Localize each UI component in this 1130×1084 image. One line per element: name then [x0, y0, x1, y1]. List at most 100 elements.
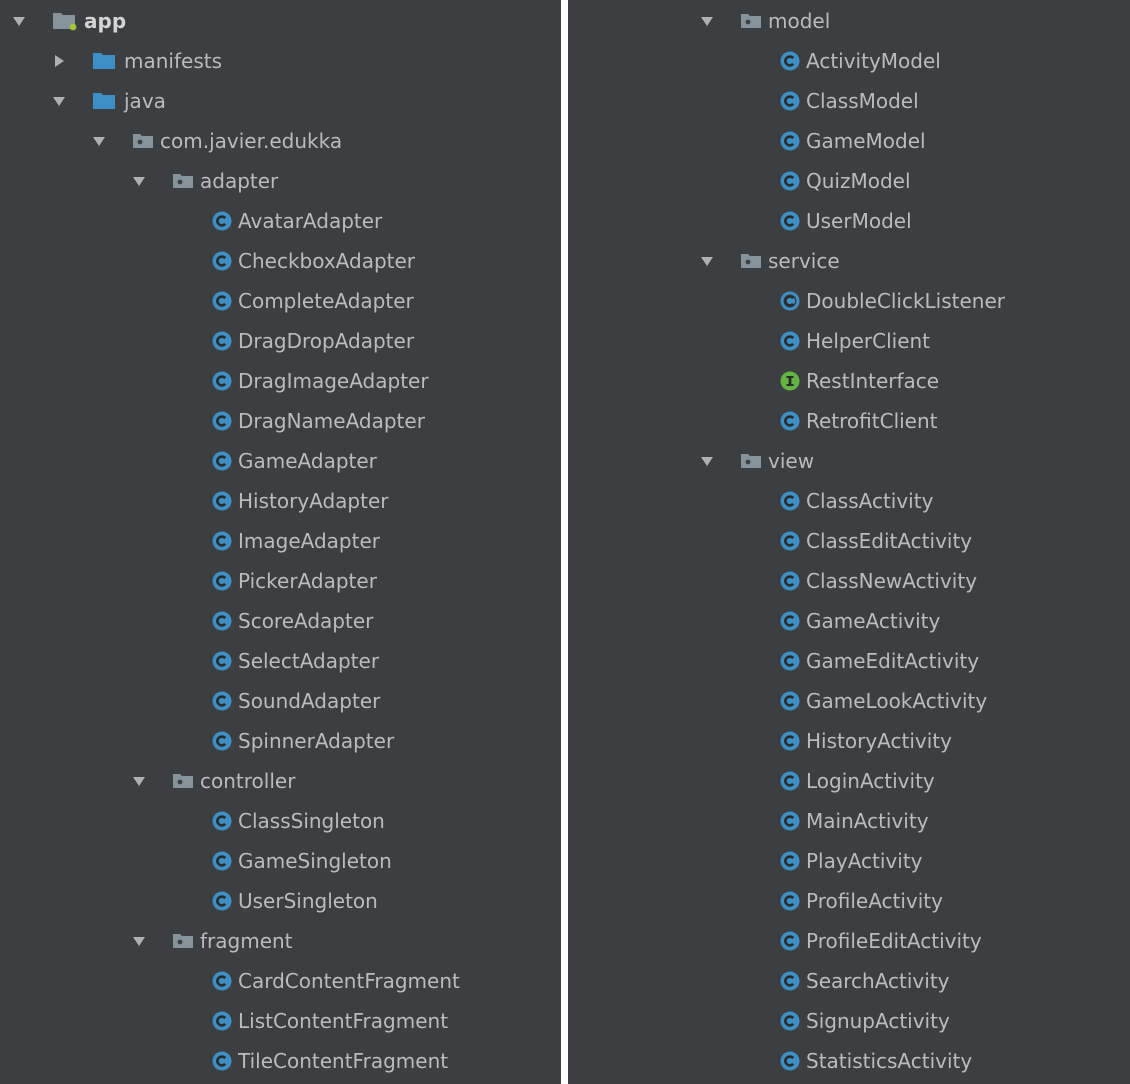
tree-node-searchactivity[interactable]: SearchActivity — [568, 961, 1130, 1001]
tree-node-label: java — [124, 89, 166, 113]
tree-node-label: TileContentFragment — [238, 1049, 449, 1073]
tree-node-label: HelperClient — [806, 329, 931, 353]
tree-node-completeadapter[interactable]: CompleteAdapter — [0, 281, 561, 321]
tree-node-playactivity[interactable]: PlayActivity — [568, 841, 1130, 881]
tree-node-label: ClassModel — [806, 89, 919, 113]
tree-node-adapter[interactable]: adapter — [0, 161, 561, 201]
tree-node-statisticsactivity[interactable]: StatisticsActivity — [568, 1041, 1130, 1081]
tree-node-label: StatisticsActivity — [806, 1049, 973, 1073]
tree-node-gameadapter[interactable]: GameAdapter — [0, 441, 561, 481]
tree-node-usermodel[interactable]: UserModel — [568, 201, 1130, 241]
tree-node-classeditactivity[interactable]: ClassEditActivity — [568, 521, 1130, 561]
tree-node-loginactivity[interactable]: LoginActivity — [568, 761, 1130, 801]
tree-node-service[interactable]: service — [568, 241, 1130, 281]
tree-node-classactivity[interactable]: ClassActivity — [568, 481, 1130, 521]
tree-node-dragimageadapter[interactable]: DragImageAdapter — [0, 361, 561, 401]
expand-arrow-down-icon[interactable] — [132, 174, 146, 188]
class-icon — [212, 1051, 232, 1071]
expand-arrow-down-icon[interactable] — [12, 14, 26, 28]
tree-node-selectadapter[interactable]: SelectAdapter — [0, 641, 561, 681]
tree-node-label: ListContentFragment — [238, 1009, 449, 1033]
tree-node-restinterface[interactable]: RestInterface — [568, 361, 1130, 401]
tree-node-model[interactable]: model — [568, 1, 1130, 41]
tree-node-listcontentfragment[interactable]: ListContentFragment — [0, 1001, 561, 1041]
tree-node-checkboxadapter[interactable]: CheckboxAdapter — [0, 241, 561, 281]
class-icon — [780, 331, 800, 351]
package-icon — [172, 773, 194, 789]
tree-node-label: RetrofitClient — [806, 409, 938, 433]
tree-node-label: ProfileActivity — [806, 889, 943, 913]
class-icon — [212, 411, 232, 431]
class-icon — [212, 251, 232, 271]
tree-node-manifests[interactable]: manifests — [0, 41, 561, 81]
tree-node-classmodel[interactable]: ClassModel — [568, 81, 1130, 121]
class-icon — [780, 771, 800, 791]
class-icon — [780, 531, 800, 551]
tree-node-pickeradapter[interactable]: PickerAdapter — [0, 561, 561, 601]
class-icon — [780, 571, 800, 591]
tree-node-gamesingleton[interactable]: GameSingleton — [0, 841, 561, 881]
tree-node-dragdropadapter[interactable]: DragDropAdapter — [0, 321, 561, 361]
tree-node-label: ActivityModel — [806, 49, 941, 73]
tree-node-label: DragNameAdapter — [238, 409, 425, 433]
tree-node-signupactivity[interactable]: SignupActivity — [568, 1001, 1130, 1041]
tree-node-historyactivity[interactable]: HistoryActivity — [568, 721, 1130, 761]
expand-arrow-down-icon[interactable] — [132, 774, 146, 788]
tree-node-gamemodel[interactable]: GameModel — [568, 121, 1130, 161]
class-icon — [212, 211, 232, 231]
module-folder-icon — [52, 11, 78, 31]
tree-node-fragment[interactable]: fragment — [0, 921, 561, 961]
class-icon — [780, 171, 800, 191]
expand-arrow-down-icon[interactable] — [132, 934, 146, 948]
tree-node-historyadapter[interactable]: HistoryAdapter — [0, 481, 561, 521]
package-icon — [740, 453, 762, 469]
tree-node-usersingleton[interactable]: UserSingleton — [0, 881, 561, 921]
tree-node-dragnameadapter[interactable]: DragNameAdapter — [0, 401, 561, 441]
tree-node-activitymodel[interactable]: ActivityModel — [568, 41, 1130, 81]
tree-node-retrofitclient[interactable]: RetrofitClient — [568, 401, 1130, 441]
tree-node-com-javier-edukka[interactable]: com.javier.edukka — [0, 121, 561, 161]
class-icon — [780, 1011, 800, 1031]
expand-arrow-right-icon[interactable] — [52, 54, 66, 68]
tree-node-imageadapter[interactable]: ImageAdapter — [0, 521, 561, 561]
tree-node-label: AvatarAdapter — [238, 209, 383, 233]
tree-node-doubleclicklistener[interactable]: DoubleClickListener — [568, 281, 1130, 321]
tree-node-label: HistoryAdapter — [238, 489, 389, 513]
tree-node-profileeditactivity[interactable]: ProfileEditActivity — [568, 921, 1130, 961]
expand-arrow-down-icon[interactable] — [700, 254, 714, 268]
tree-node-classnewactivity[interactable]: ClassNewActivity — [568, 561, 1130, 601]
tree-node-label: ClassSingleton — [238, 809, 385, 833]
tree-node-profileactivity[interactable]: ProfileActivity — [568, 881, 1130, 921]
tree-node-label: RestInterface — [806, 369, 940, 393]
tree-node-avataradapter[interactable]: AvatarAdapter — [0, 201, 561, 241]
tree-node-view[interactable]: view — [568, 441, 1130, 481]
expand-arrow-down-icon[interactable] — [700, 454, 714, 468]
class-icon — [212, 291, 232, 311]
tree-node-java[interactable]: java — [0, 81, 561, 121]
expand-arrow-down-icon[interactable] — [92, 134, 106, 148]
tree-node-app[interactable]: app — [0, 1, 561, 41]
tree-node-tilecontentfragment[interactable]: TileContentFragment — [0, 1041, 561, 1081]
tree-node-spinneradapter[interactable]: SpinnerAdapter — [0, 721, 561, 761]
class-icon — [212, 451, 232, 471]
class-icon — [212, 371, 232, 391]
tree-node-gameeditactivity[interactable]: GameEditActivity — [568, 641, 1130, 681]
tree-node-mainactivity[interactable]: MainActivity — [568, 801, 1130, 841]
tree-node-label: ProfileEditActivity — [806, 929, 982, 953]
tree-node-controller[interactable]: controller — [0, 761, 561, 801]
tree-node-classsingleton[interactable]: ClassSingleton — [0, 801, 561, 841]
class-icon — [780, 611, 800, 631]
tree-node-scoreadapter[interactable]: ScoreAdapter — [0, 601, 561, 641]
tree-node-gamelookactivity[interactable]: GameLookActivity — [568, 681, 1130, 721]
tree-node-soundadapter[interactable]: SoundAdapter — [0, 681, 561, 721]
abstract-class-icon — [780, 291, 800, 311]
class-icon — [780, 91, 800, 111]
tree-node-gameactivity[interactable]: GameActivity — [568, 601, 1130, 641]
tree-node-cardcontentfragment[interactable]: CardContentFragment — [0, 961, 561, 1001]
expand-arrow-down-icon[interactable] — [700, 14, 714, 28]
class-icon — [780, 1051, 800, 1071]
tree-node-helperclient[interactable]: HelperClient — [568, 321, 1130, 361]
tree-node-quizmodel[interactable]: QuizModel — [568, 161, 1130, 201]
expand-arrow-down-icon[interactable] — [52, 94, 66, 108]
package-icon — [172, 173, 194, 189]
